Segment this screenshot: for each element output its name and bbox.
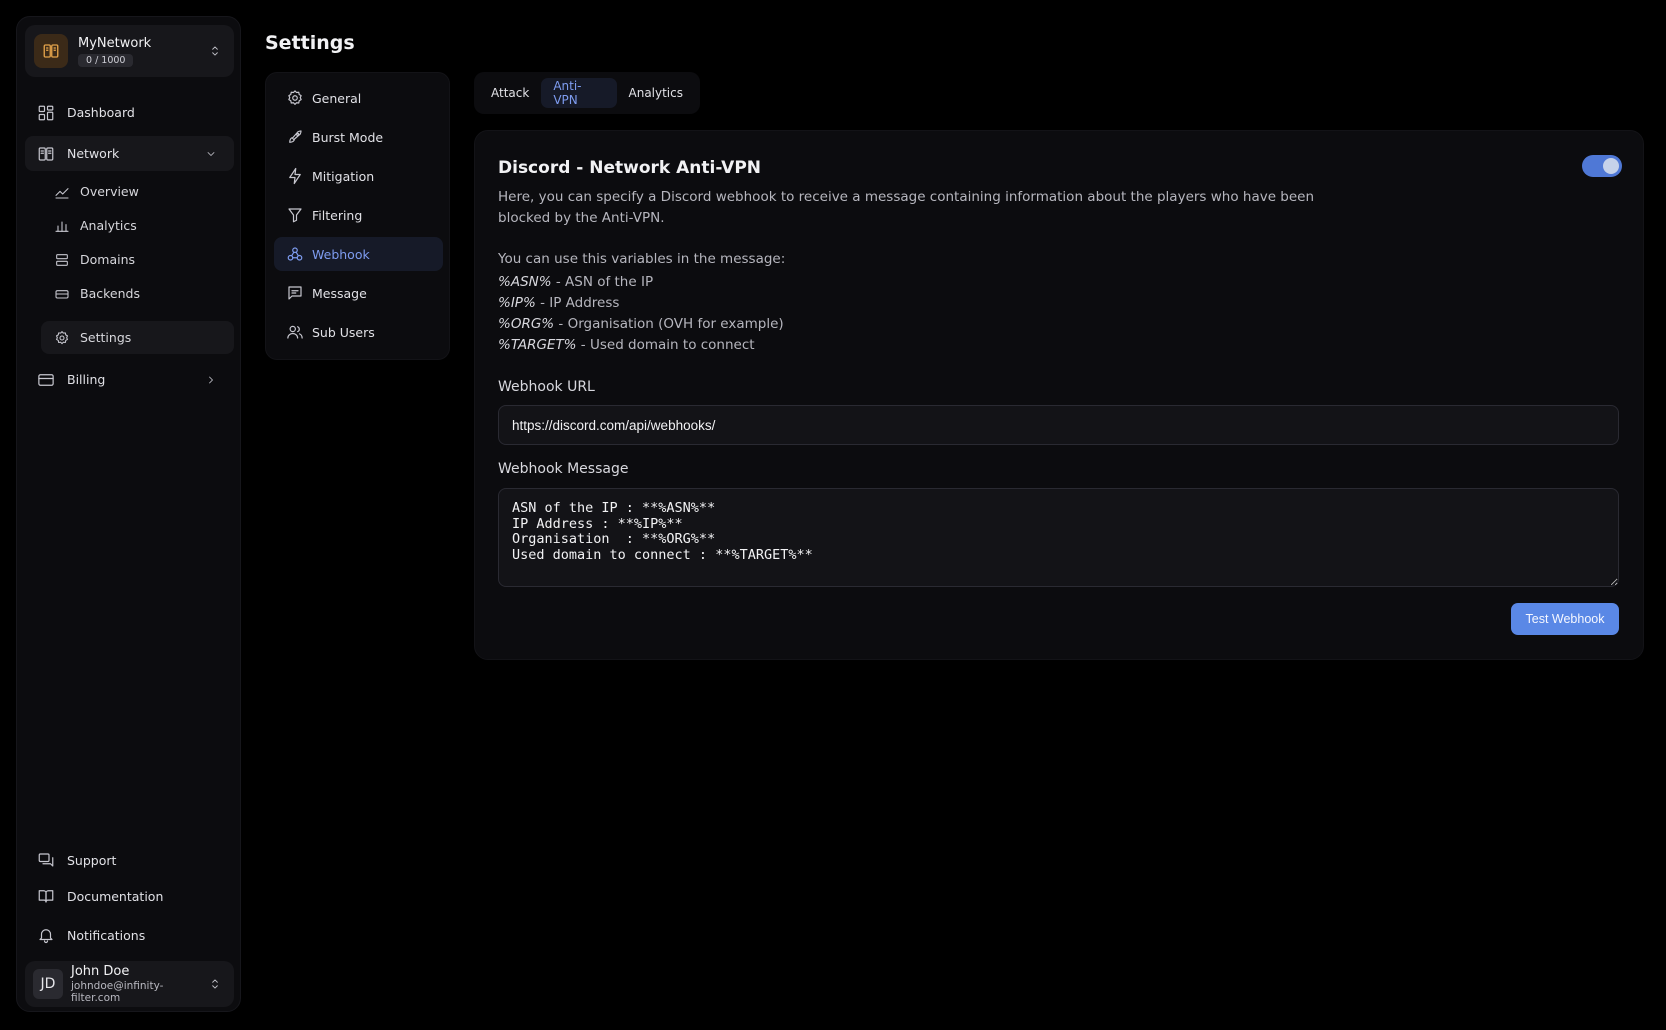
sidebar-item-support[interactable]: Support [37, 848, 116, 872]
user-email: johndoe@infinity-filter.com [71, 980, 164, 1004]
sidebar: MyNetwork 0 / 1000 Dashboard Network Ove… [16, 16, 241, 1012]
gear-icon [53, 329, 71, 347]
sidebar-item-dashboard[interactable]: Dashboard [25, 95, 234, 130]
settings-menu-label: Message [312, 285, 367, 301]
variable-name: %ORG% [498, 316, 555, 332]
rocket-icon [286, 128, 304, 146]
page-title: Settings [265, 32, 355, 54]
settings-menu-label: Webhook [312, 246, 370, 262]
settings-menu-label: Mitigation [312, 168, 375, 184]
sidebar-item-label: Documentation [67, 888, 164, 904]
settings-menu: General Burst Mode Mitigation Filtering … [265, 72, 450, 360]
filter-icon [286, 206, 304, 224]
chevron-up-down-icon [206, 42, 224, 60]
variable-desc: - ASN of the IP [551, 274, 654, 290]
webhook-message-label: Webhook Message [498, 461, 629, 477]
credit-card-icon [37, 371, 55, 389]
anti-vpn-webhook-card: Discord - Network Anti-VPN Here, you can… [474, 130, 1644, 660]
network-logo-icon [34, 34, 68, 68]
quota-badge: 0 / 1000 [78, 53, 134, 67]
users-icon [286, 323, 304, 341]
sidebar-item-analytics[interactable]: Analytics [41, 209, 234, 242]
variable-name: %ASN% [498, 274, 552, 290]
tab-bar: Attack Anti-VPN Analytics [474, 72, 700, 114]
settings-menu-message[interactable]: Message [274, 276, 443, 310]
settings-menu-label: Filtering [312, 207, 363, 223]
chevron-down-icon [202, 145, 220, 163]
sidebar-item-settings[interactable]: Settings [41, 321, 234, 354]
sidebar-item-domains[interactable]: Domains [41, 243, 234, 276]
sidebar-item-overview[interactable]: Overview [41, 175, 234, 208]
toggle-knob [1603, 158, 1619, 174]
network-icon [37, 145, 55, 163]
settings-menu-burst-mode[interactable]: Burst Mode [274, 120, 443, 154]
drive-icon [53, 285, 71, 303]
settings-menu-label: Burst Mode [312, 129, 384, 145]
chevron-right-icon [202, 371, 220, 389]
settings-menu-label: Sub Users [312, 324, 375, 340]
variable-desc: - Organisation (OVH for example) [554, 316, 784, 332]
sidebar-item-label: Billing [67, 372, 106, 387]
settings-menu-mitigation[interactable]: Mitigation [274, 159, 443, 193]
webhook-message-textarea[interactable]: ASN of the IP : **%ASN%** IP Address : *… [498, 488, 1619, 587]
gear-icon [286, 89, 304, 107]
sidebar-item-notifications[interactable]: Notifications [37, 923, 145, 947]
sidebar-item-network[interactable]: Network [25, 136, 234, 171]
dashboard-icon [37, 104, 55, 122]
variable-name: %IP% [498, 295, 536, 311]
tab-analytics[interactable]: Analytics [617, 78, 696, 108]
sidebar-item-label: Domains [80, 252, 136, 267]
settings-menu-general[interactable]: General [274, 81, 443, 115]
settings-menu-label: General [312, 90, 362, 106]
user-switcher[interactable]: JD John Doe johndoe@infinity-filter.com [25, 961, 234, 1007]
settings-menu-filtering[interactable]: Filtering [274, 198, 443, 232]
card-description: Here, you can specify a Discord webhook … [498, 189, 1315, 226]
bell-icon [37, 926, 55, 944]
org-switcher[interactable]: MyNetwork 0 / 1000 [25, 25, 234, 77]
webhook-url-label: Webhook URL [498, 379, 595, 395]
tab-anti-vpn[interactable]: Anti-VPN [541, 78, 617, 108]
card-title: Discord - Network Anti-VPN [498, 158, 762, 178]
settings-menu-sub-users[interactable]: Sub Users [274, 315, 443, 349]
chart-line-icon [53, 183, 71, 201]
bar-chart-icon [53, 217, 71, 235]
sidebar-item-label: Analytics [80, 218, 137, 233]
book-icon [37, 887, 55, 905]
server-icon [53, 251, 71, 269]
user-name: John Doe [71, 964, 130, 979]
webhook-icon [286, 245, 304, 263]
enable-toggle[interactable] [1582, 155, 1622, 177]
sidebar-item-label: Settings [80, 330, 132, 345]
test-webhook-button[interactable]: Test Webhook [1511, 603, 1619, 635]
sidebar-item-documentation[interactable]: Documentation [37, 884, 163, 908]
sidebar-item-label: Dashboard [67, 105, 135, 120]
sidebar-item-label: Overview [80, 184, 139, 199]
sidebar-item-label: Notifications [67, 927, 146, 943]
sidebar-item-label: Support [67, 852, 117, 868]
settings-menu-webhook[interactable]: Webhook [274, 237, 443, 271]
variable-row: %ORG% - Organisation (OVH for example) [498, 316, 784, 332]
sidebar-item-billing[interactable]: Billing [25, 362, 234, 397]
variable-name: %TARGET% [498, 337, 577, 353]
variable-desc: - IP Address [535, 295, 620, 311]
sidebar-item-label: Network [67, 146, 120, 161]
chevron-up-down-icon [206, 975, 224, 993]
org-name: MyNetwork [78, 35, 152, 51]
message-icon [286, 284, 304, 302]
sidebar-item-label: Backends [80, 286, 140, 301]
avatar: JD [33, 969, 63, 999]
variables-intro: You can use this variables in the messag… [498, 251, 786, 267]
webhook-url-input[interactable] [498, 405, 1619, 445]
variable-row: %TARGET% - Used domain to connect [498, 337, 755, 353]
tab-attack[interactable]: Attack [479, 78, 541, 108]
variable-desc: - Used domain to connect [576, 337, 755, 353]
variable-row: %ASN% - ASN of the IP [498, 274, 653, 290]
variable-row: %IP% - IP Address [498, 295, 619, 311]
lightning-icon [286, 167, 304, 185]
sidebar-item-backends[interactable]: Backends [41, 277, 234, 310]
chat-icon [37, 851, 55, 869]
